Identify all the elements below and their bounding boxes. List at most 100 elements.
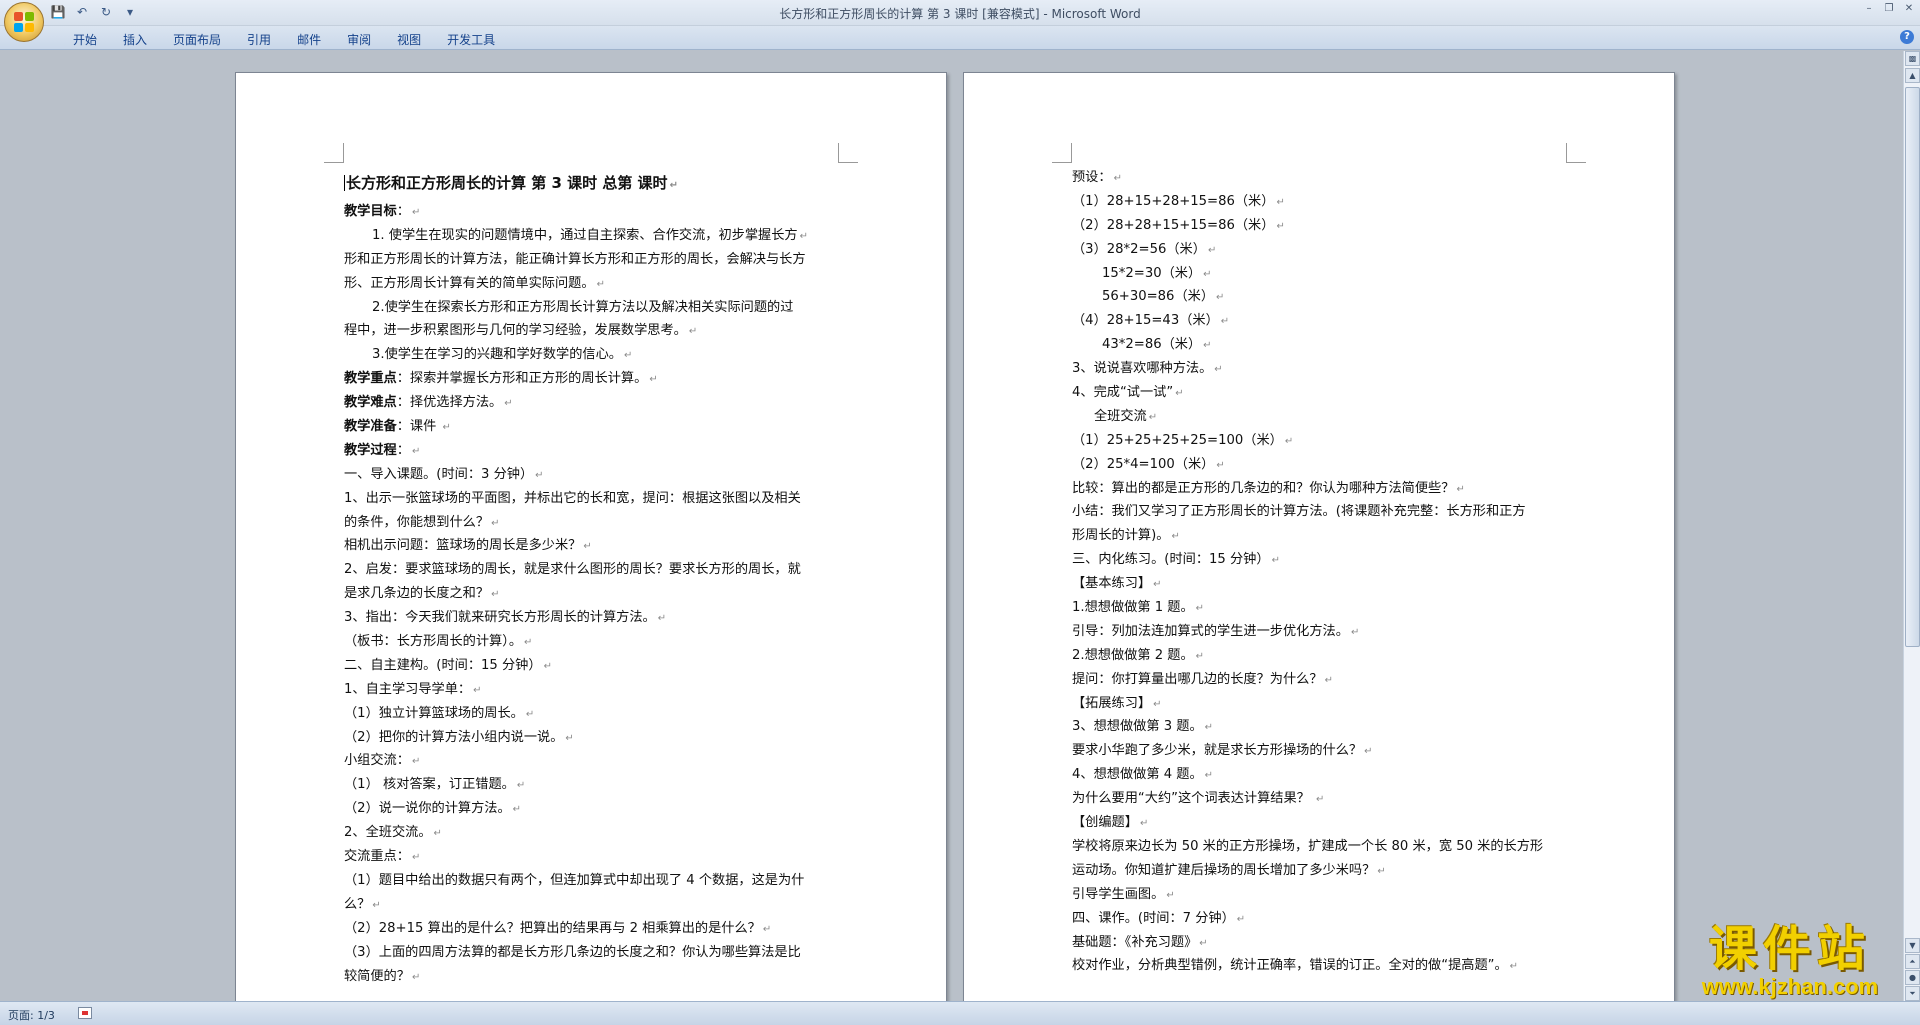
line-text: 【拓展练习】 xyxy=(1072,695,1152,711)
line-text: 为什么要用“大约”这个词表达计算结果？ xyxy=(1072,791,1315,807)
line-text: 全班交流 xyxy=(1094,408,1147,424)
paragraph-mark-icon: ↵ xyxy=(565,732,574,744)
page-counter[interactable]: 页面: 1/3 xyxy=(8,1007,55,1023)
text-line: 1、自主学习导学单： ↵ xyxy=(344,678,844,702)
paragraph-mark-icon: ↵ xyxy=(623,350,633,362)
close-icon[interactable]: ✕ xyxy=(1902,3,1916,15)
line-text: ： xyxy=(396,204,410,219)
ribbon-tab[interactable]: 页面布局 xyxy=(160,30,234,49)
text-line: （1）28+15+28+15=86（米） ↵ xyxy=(1072,190,1572,214)
watermark-title: 课件站 xyxy=(1708,921,1871,977)
paragraph-mark-icon: ↵ xyxy=(1195,650,1205,662)
line-text: 相机出示问题：篮球场的周长是多少米？ xyxy=(344,538,582,554)
ribbon-tab[interactable]: 开发工具 xyxy=(434,30,508,49)
text-line: 是求几条边的长度之和？ ↵ xyxy=(344,582,844,606)
paragraph-mark-icon: ↵ xyxy=(411,971,421,983)
text-line: 3、指出：今天我们就来研究长方形周长的计算方法。 ↵ xyxy=(344,606,844,630)
paragraph-mark-icon: ↵ xyxy=(433,828,442,840)
select-browse-object-icon[interactable]: ● xyxy=(1905,970,1920,985)
text-line: 二、自主建构。(时间：15 分钟） ↵ xyxy=(344,654,844,678)
paragraph-mark-icon: ↵ xyxy=(1364,746,1373,758)
text-line: （板书：长方形周长的计算）。 ↵ xyxy=(344,630,844,654)
text-line: （1）25+25+25+25=100（米） ↵ xyxy=(1072,429,1572,453)
line-text: 3、指出：今天我们就来研究长方形周长的计算方法。 xyxy=(344,610,656,626)
vertical-scrollbar[interactable]: ▩ ▲ ▼ ⏶ ● ⏷ xyxy=(1903,51,1920,1001)
line-text: 56+30=86（米） xyxy=(1102,289,1215,305)
paragraph-mark-icon: ↵ xyxy=(1316,794,1325,806)
text-line: 1、出示一张篮球场的平面图，并标出它的长和宽，提问：根据这张图以及相关 xyxy=(344,487,844,511)
scroll-up-icon[interactable]: ▲ xyxy=(1905,68,1920,83)
text-line: 提问：你打算量出哪几边的长度？为什么？ ↵ xyxy=(1072,668,1572,692)
line-text: 15*2=30（米） xyxy=(1102,265,1202,281)
ribbon-tabs: 开始 插入 页面布局 引用 邮件 审阅 视图 开发工具 xyxy=(60,30,508,49)
paragraph-mark-icon: ↵ xyxy=(535,469,544,481)
ribbon-tab[interactable]: 视图 xyxy=(384,30,434,49)
paragraph-mark-icon: ↵ xyxy=(688,326,698,338)
line-text: 2.想想做做第 2 题。 xyxy=(1072,647,1194,663)
text-line: （1）独立计算篮球场的周长。 ↵ xyxy=(344,702,844,726)
document-heading: 长方形和正方形周长的计算 第 3 课时 总第 课时 ↵ xyxy=(344,174,678,192)
text-line: 2、启发：要求篮球场的周长，就是求什么图形的周长？要求长方形的周长，就 xyxy=(344,558,844,582)
line-text: 【基本练习】 xyxy=(1072,576,1152,592)
text-line: 【拓展练习】 ↵ xyxy=(1072,692,1572,716)
ribbon-tab[interactable]: 审阅 xyxy=(334,30,384,49)
line-text: 1. 使学生在现实的问题情境中，通过自主探索、合作交流，初步掌握长方 xyxy=(372,227,798,243)
document-page-2[interactable]: 预设： ↵ （1）28+15+28+15=86（米） ↵ （2）28+28+15+15=… xyxy=(963,72,1675,1012)
scroll-down-icon[interactable]: ▼ xyxy=(1905,938,1920,953)
text-line: 1.想想做做第 1 题。 ↵ xyxy=(1072,596,1572,620)
ruler-toggle-icon[interactable]: ▩ xyxy=(1905,51,1920,66)
line-text: 提问：你打算量出哪几边的长度？为什么？ xyxy=(1072,671,1323,687)
text-line: 三、内化练习。(时间：15 分钟） ↵ xyxy=(1072,548,1572,572)
line-text: 较简便的？ xyxy=(344,968,410,984)
help-icon[interactable]: ? xyxy=(1900,30,1914,44)
ribbon-tab[interactable]: 开始 xyxy=(60,30,110,49)
paragraph-mark-icon: ↵ xyxy=(1148,411,1158,423)
line-text: 一、导入课题。(时间：3 分钟） xyxy=(344,466,534,482)
text-line: 学校将原来边长为 50 米的正方形操场，扩建成一个长 80 米，宽 50 米的长… xyxy=(1072,835,1572,859)
paragraph-mark-icon: ↵ xyxy=(1236,913,1246,925)
line-text: 预设： xyxy=(1072,170,1112,185)
paragraph-mark-icon: ↵ xyxy=(1153,698,1162,710)
line-text: 基础题：《补充习题》 xyxy=(1072,934,1198,950)
minimize-icon[interactable]: – xyxy=(1862,3,1876,15)
page-2-content[interactable]: 预设： ↵ （1）28+15+28+15=86（米） ↵ （2）28+28+15+15=… xyxy=(1072,166,1572,978)
bold-label: 教学目标 xyxy=(344,204,397,219)
text-line: 引导学生画图。 ↵ xyxy=(1072,883,1572,907)
paragraph-mark-icon: ↵ xyxy=(1203,268,1212,280)
proofing-status-icon[interactable] xyxy=(78,1007,92,1019)
text-line: 引导：列加法连加算式的学生进一步优化方法。 ↵ xyxy=(1072,620,1572,644)
previous-page-icon[interactable]: ⏶ xyxy=(1905,954,1920,969)
paragraph-mark-icon: ↵ xyxy=(525,708,535,720)
scrollbar-thumb[interactable] xyxy=(1905,87,1920,647)
paragraph-mark-icon: ↵ xyxy=(1276,196,1285,208)
text-line: 校对作业，分析典型错例，统计正确率，错误的订正。全对的做“提高题”。 ↵ xyxy=(1072,954,1572,978)
line-text: （4）28+15=43（米） xyxy=(1072,313,1219,329)
text-line: 要求小华跑了多少米，就是求长方形操场的什么？ ↵ xyxy=(1072,739,1572,763)
line-text: （1） 核对答案，订正错题。 xyxy=(344,777,515,793)
line-text: （2）把你的计算方法小组内说一说。 xyxy=(344,729,564,745)
paragraph-mark-icon: ↵ xyxy=(1271,555,1280,567)
paragraph-mark-icon: ↵ xyxy=(657,613,667,625)
paragraph-mark-icon: ↵ xyxy=(524,637,533,649)
paragraph-mark-icon: ↵ xyxy=(1171,531,1180,543)
ribbon-tab[interactable]: 插入 xyxy=(110,30,160,49)
page-1-content[interactable]: 长方形和正方形周长的计算 第 3 课时 总第 课时 ↵ 教学目标： ↵ 1. 使学生在… xyxy=(344,167,844,988)
ribbon-tab[interactable]: 引用 xyxy=(234,30,284,49)
ribbon-tab[interactable]: 邮件 xyxy=(284,30,334,49)
document-page-1[interactable]: 长方形和正方形周长的计算 第 3 课时 总第 课时 ↵ 教学目标： ↵ 1. 使学生在… xyxy=(235,72,947,1012)
line-text: 1.想想做做第 1 题。 xyxy=(1072,600,1194,616)
paragraph-mark-icon: ↵ xyxy=(1324,674,1333,686)
text-line: 运动场。你知道扩建后操场的周长增加了多少米吗？ ↵ xyxy=(1072,859,1572,883)
office-button[interactable] xyxy=(4,2,44,42)
line-text: 要求小华跑了多少米，就是求长方形操场的什么？ xyxy=(1072,743,1363,759)
next-page-icon[interactable]: ⏷ xyxy=(1905,986,1920,1001)
paragraph-mark-icon: ↵ xyxy=(442,422,451,434)
text-line: 较简便的？ ↵ xyxy=(344,965,844,989)
text-line: 2.想想做做第 2 题。 ↵ xyxy=(1072,644,1572,668)
text-line: 为什么要用“大约”这个词表达计算结果？ ↵ xyxy=(1072,787,1572,811)
line-text: 2、全班交流。 xyxy=(344,825,432,841)
ribbon-tabs-bar: 开始 插入 页面布局 引用 邮件 审阅 视图 开发工具 ? xyxy=(0,26,1920,50)
text-line: 3、想想做做第 3 题。 ↵ xyxy=(1072,715,1572,739)
paragraph-mark-icon: ↵ xyxy=(411,852,421,864)
restore-icon[interactable]: ❐ xyxy=(1882,3,1896,15)
